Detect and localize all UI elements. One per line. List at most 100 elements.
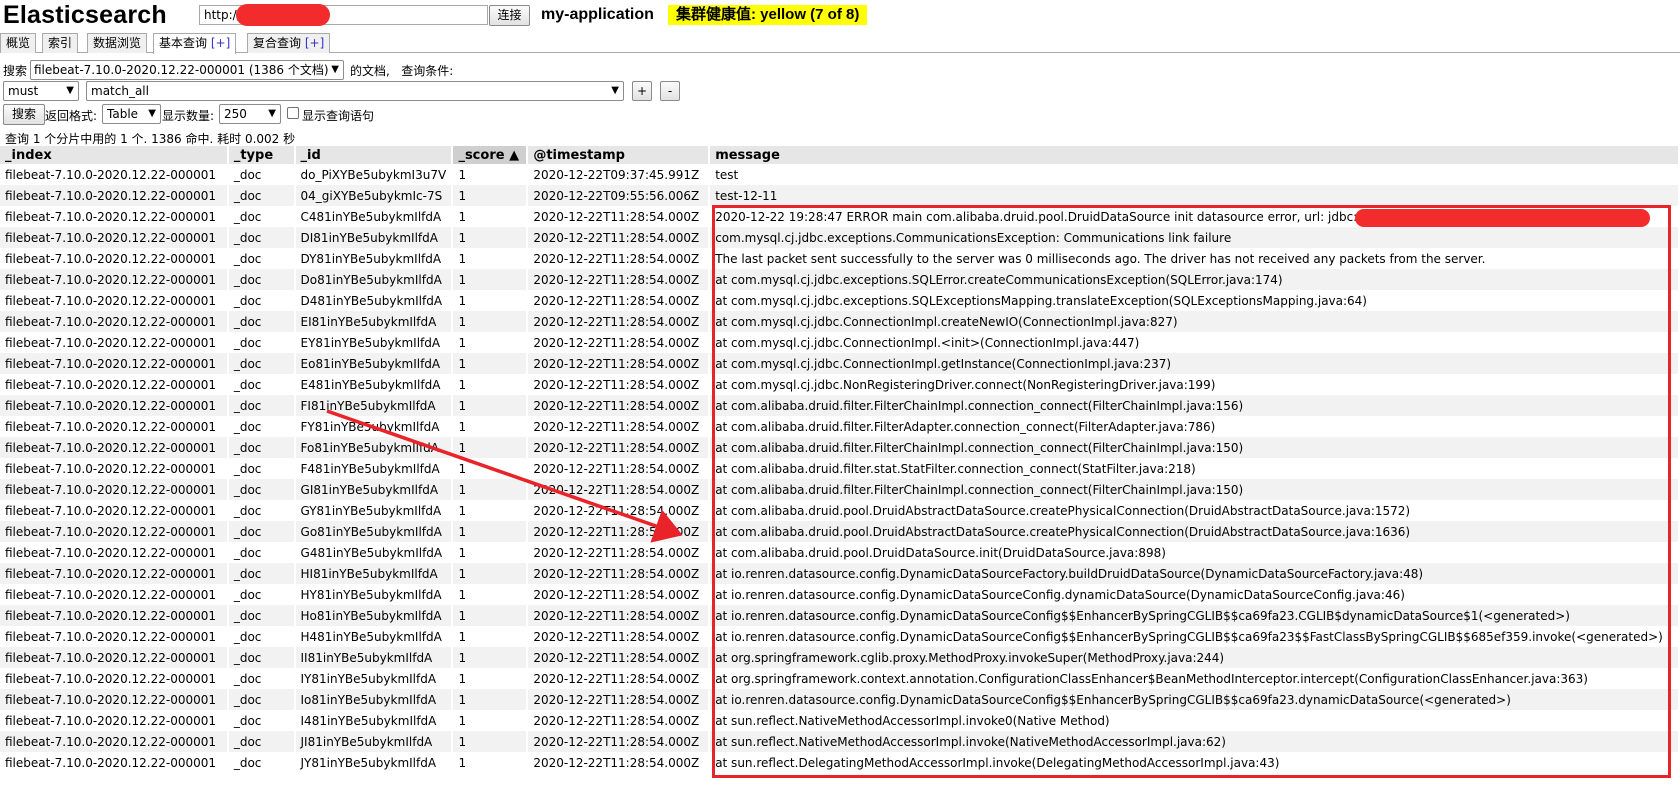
cell-message: at io.renren.datasource.config.DynamicDa… bbox=[709, 626, 1680, 647]
cell-index: filebeat-7.10.0-2020.12.22-000001 bbox=[0, 185, 229, 206]
table-row[interactable]: filebeat-7.10.0-2020.12.22-000001 _doc GY8… bbox=[0, 500, 1680, 521]
cell-message: at sun.reflect.NativeMethodAccessorImpl.… bbox=[709, 710, 1680, 731]
cell-index: filebeat-7.10.0-2020.12.22-000001 bbox=[0, 563, 229, 584]
cell-id: Fo81inYBe5ubykmIlfdA bbox=[294, 437, 454, 458]
tab-indices[interactable]: 索引 bbox=[42, 33, 79, 53]
table-row[interactable]: filebeat-7.10.0-2020.12.22-000001 _doc IY8… bbox=[0, 668, 1680, 689]
cell-type: _doc bbox=[227, 731, 296, 752]
tab-basic-query[interactable]: 基本查询 [+] bbox=[153, 33, 237, 54]
table-row[interactable]: filebeat-7.10.0-2020.12.22-000001 _doc Ho8… bbox=[0, 605, 1680, 626]
search-button[interactable]: 搜索 bbox=[3, 104, 45, 125]
table-row[interactable]: filebeat-7.10.0-2020.12.22-000001 _doc HY8… bbox=[0, 584, 1680, 605]
cell-index: filebeat-7.10.0-2020.12.22-000001 bbox=[0, 269, 229, 290]
cell-id: JY81inYBe5ubykmIlfdA bbox=[294, 752, 454, 773]
tab-add-link[interactable]: [+] bbox=[211, 36, 230, 50]
cell-timestamp: 2020-12-22T11:28:54.000Z bbox=[527, 332, 711, 353]
table-row[interactable]: filebeat-7.10.0-2020.12.22-000001 _doc FY8… bbox=[0, 416, 1680, 437]
column-header-id[interactable]: _id bbox=[294, 146, 454, 164]
column-header-score[interactable]: _score ▲ bbox=[452, 146, 529, 164]
table-row[interactable]: filebeat-7.10.0-2020.12.22-000001 _doc EI8… bbox=[0, 311, 1680, 332]
cell-message: test bbox=[709, 164, 1680, 185]
tab-label: 索引 bbox=[48, 36, 73, 50]
table-row[interactable]: filebeat-7.10.0-2020.12.22-000001 _doc DI8… bbox=[0, 227, 1680, 248]
cell-message: at com.alibaba.druid.filter.FilterAdapte… bbox=[709, 416, 1680, 437]
cell-timestamp: 2020-12-22T11:28:54.000Z bbox=[527, 668, 711, 689]
tab-add-link[interactable]: [+] bbox=[305, 36, 324, 50]
table-row[interactable]: filebeat-7.10.0-2020.12.22-000001 _doc HI8… bbox=[0, 563, 1680, 584]
bool-select[interactable]: must ▼ bbox=[3, 81, 79, 101]
table-row[interactable]: filebeat-7.10.0-2020.12.22-000001 _doc D48… bbox=[0, 290, 1680, 311]
cell-timestamp: 2020-12-22T11:28:54.000Z bbox=[527, 269, 711, 290]
header-bar: Elasticsearch 连接 my-application 集群健康值: y… bbox=[0, 0, 1680, 30]
tab-browser[interactable]: 数据浏览 bbox=[87, 33, 148, 53]
cell-timestamp: 2020-12-22T11:28:54.000Z bbox=[527, 248, 711, 269]
table-row[interactable]: filebeat-7.10.0-2020.12.22-000001 _doc GI8… bbox=[0, 479, 1680, 500]
cell-timestamp: 2020-12-22T11:28:54.000Z bbox=[527, 416, 711, 437]
table-row[interactable]: filebeat-7.10.0-2020.12.22-000001 _doc II8… bbox=[0, 647, 1680, 668]
cell-message: at com.alibaba.druid.pool.DruidAbstractD… bbox=[709, 500, 1680, 521]
cell-index: filebeat-7.10.0-2020.12.22-000001 bbox=[0, 689, 229, 710]
cell-timestamp: 2020-12-22T11:28:54.000Z bbox=[527, 521, 711, 542]
table-row[interactable]: filebeat-7.10.0-2020.12.22-000001 _doc do_… bbox=[0, 164, 1680, 185]
cell-timestamp: 2020-12-22T11:28:54.000Z bbox=[527, 311, 711, 332]
table-row[interactable]: filebeat-7.10.0-2020.12.22-000001 _doc E48… bbox=[0, 374, 1680, 395]
cell-index: filebeat-7.10.0-2020.12.22-000001 bbox=[0, 500, 229, 521]
cell-score: 1 bbox=[452, 206, 529, 227]
table-row[interactable]: filebeat-7.10.0-2020.12.22-000001 _doc G48… bbox=[0, 542, 1680, 563]
index-select[interactable]: filebeat-7.10.0-2020.12.22-000001 (1386 … bbox=[30, 60, 344, 80]
cell-score: 1 bbox=[452, 458, 529, 479]
table-row[interactable]: filebeat-7.10.0-2020.12.22-000001 _doc JY8… bbox=[0, 752, 1680, 773]
cell-timestamp: 2020-12-22T09:37:45.991Z bbox=[527, 164, 711, 185]
table-row[interactable]: filebeat-7.10.0-2020.12.22-000001 _doc FI8… bbox=[0, 395, 1680, 416]
cell-score: 1 bbox=[452, 416, 529, 437]
tab-compound-query[interactable]: 复合查询 [+] bbox=[247, 33, 331, 53]
cell-message: at com.mysql.cj.jdbc.NonRegisteringDrive… bbox=[709, 374, 1680, 395]
cell-id: DI81inYBe5ubykmIlfdA bbox=[294, 227, 454, 248]
column-header-index[interactable]: _index bbox=[0, 146, 229, 164]
cell-type: _doc bbox=[227, 542, 296, 563]
connect-button[interactable]: 连接 bbox=[489, 5, 530, 26]
table-row[interactable]: filebeat-7.10.0-2020.12.22-000001 _doc EY8… bbox=[0, 332, 1680, 353]
table-row[interactable]: filebeat-7.10.0-2020.12.22-000001 _doc H48… bbox=[0, 626, 1680, 647]
search-label: 搜索 bbox=[3, 64, 28, 78]
cell-score: 1 bbox=[452, 626, 529, 647]
cell-id: Do81inYBe5ubykmIlfdA bbox=[294, 269, 454, 290]
add-condition-button[interactable]: + bbox=[632, 81, 652, 101]
cell-timestamp: 2020-12-22T11:28:54.000Z bbox=[527, 689, 711, 710]
tab-overview[interactable]: 概览 bbox=[0, 33, 37, 53]
table-row[interactable]: filebeat-7.10.0-2020.12.22-000001 _doc Fo8… bbox=[0, 437, 1680, 458]
count-select[interactable]: 250 ▼ bbox=[219, 104, 281, 124]
bool-select-value: must bbox=[8, 84, 39, 98]
cell-id: GY81inYBe5ubykmIlfdA bbox=[294, 500, 454, 521]
format-select[interactable]: Table ▼ bbox=[102, 104, 161, 124]
cell-type: _doc bbox=[227, 395, 296, 416]
tab-label: 基本查询 bbox=[159, 36, 208, 50]
cell-score: 1 bbox=[452, 584, 529, 605]
table-row[interactable]: filebeat-7.10.0-2020.12.22-000001 _doc F48… bbox=[0, 458, 1680, 479]
table-row[interactable]: filebeat-7.10.0-2020.12.22-000001 _doc I48… bbox=[0, 710, 1680, 731]
table-row[interactable]: filebeat-7.10.0-2020.12.22-000001 _doc 04_… bbox=[0, 185, 1680, 206]
column-header-timestamp[interactable]: @timestamp bbox=[527, 146, 711, 164]
cell-index: filebeat-7.10.0-2020.12.22-000001 bbox=[0, 395, 229, 416]
table-row[interactable]: filebeat-7.10.0-2020.12.22-000001 _doc Do8… bbox=[0, 269, 1680, 290]
table-row[interactable]: filebeat-7.10.0-2020.12.22-000001 _doc Io8… bbox=[0, 689, 1680, 710]
column-header-message[interactable]: message bbox=[709, 146, 1680, 164]
cell-id: GI81inYBe5ubykmIlfdA bbox=[294, 479, 454, 500]
cell-id: H481inYBe5ubykmIlfdA bbox=[294, 626, 454, 647]
show-query-checkbox[interactable] bbox=[287, 107, 299, 119]
query-field-select[interactable]: match_all ▼ bbox=[86, 81, 624, 101]
cell-type: _doc bbox=[227, 269, 296, 290]
cell-timestamp: 2020-12-22T11:28:54.000Z bbox=[527, 395, 711, 416]
table-row[interactable]: filebeat-7.10.0-2020.12.22-000001 _doc JI8… bbox=[0, 731, 1680, 752]
count-label: 显示数量: bbox=[162, 109, 215, 123]
table-row[interactable]: filebeat-7.10.0-2020.12.22-000001 _doc DY8… bbox=[0, 248, 1680, 269]
remove-condition-button[interactable]: - bbox=[660, 81, 680, 101]
cell-index: filebeat-7.10.0-2020.12.22-000001 bbox=[0, 605, 229, 626]
of-docs-label: 的文档, bbox=[350, 64, 390, 78]
table-row[interactable]: filebeat-7.10.0-2020.12.22-000001 _doc Go8… bbox=[0, 521, 1680, 542]
cell-timestamp: 2020-12-22T11:28:54.000Z bbox=[527, 647, 711, 668]
results-table-container[interactable]: _index _type _id _score ▲ @timestamp mes… bbox=[0, 146, 1680, 786]
column-header-type[interactable]: _type bbox=[227, 146, 296, 164]
cell-id: HI81inYBe5ubykmIlfdA bbox=[294, 563, 454, 584]
table-row[interactable]: filebeat-7.10.0-2020.12.22-000001 _doc Eo8… bbox=[0, 353, 1680, 374]
